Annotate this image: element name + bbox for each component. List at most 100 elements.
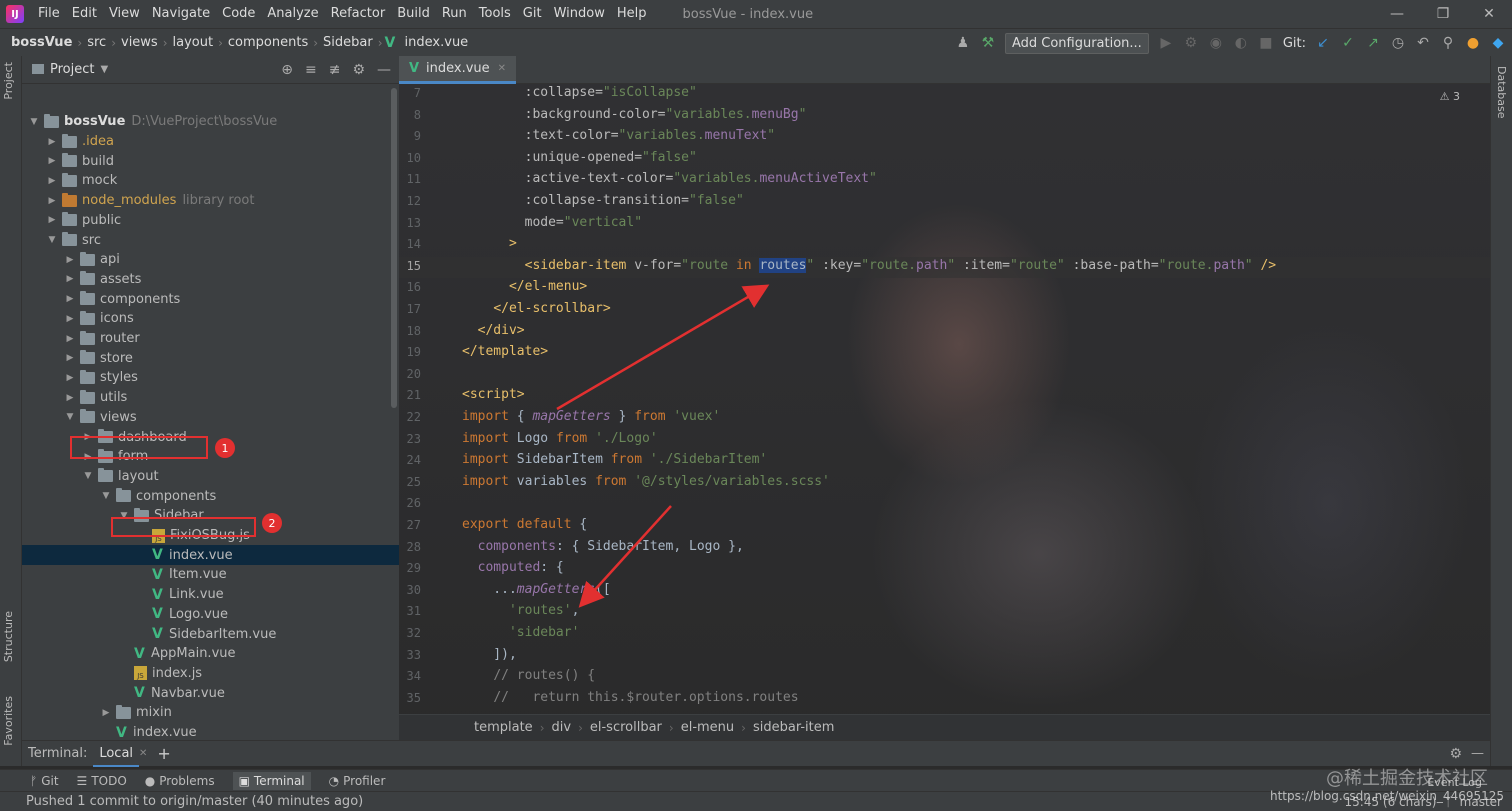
menu-edit[interactable]: Edit (66, 0, 103, 28)
tool-tab-git[interactable]: ᚠ Git (30, 774, 59, 788)
status-message[interactable]: Pushed 1 commit to origin/master (40 min… (26, 794, 363, 809)
menu-build[interactable]: Build (391, 0, 436, 28)
tree-row[interactable]: ▶ router (22, 329, 399, 349)
breadcrumb-item[interactable]: components (225, 35, 311, 50)
project-view-selector[interactable]: Project (50, 62, 94, 77)
tree-row[interactable]: ▶ node_modules library root (22, 191, 399, 211)
stop-icon[interactable]: ■ (1258, 35, 1274, 51)
tree-row[interactable]: ▶ mock (22, 171, 399, 191)
tree-row[interactable]: V Logo.vue (22, 604, 399, 624)
menu-help[interactable]: Help (611, 0, 653, 28)
update-icon[interactable]: ● (1465, 35, 1481, 51)
chevron-down-icon[interactable]: ▼ (46, 235, 58, 245)
gear-icon[interactable]: ⚙ (352, 62, 365, 78)
project-side-tab[interactable]: Project (2, 62, 15, 100)
git-commit-icon[interactable]: ✓ (1340, 35, 1356, 51)
editor-breadcrumb-item[interactable]: div (545, 720, 579, 735)
tab-index-vue[interactable]: V index.vue ✕ (399, 56, 517, 84)
debug-icon[interactable]: ⚙ (1183, 35, 1199, 51)
plugin-icon[interactable]: ◆ (1490, 35, 1506, 51)
maximize-button[interactable]: ❐ (1420, 0, 1466, 28)
tree-row[interactable]: ▶ public (22, 210, 399, 230)
history-icon[interactable]: ◷ (1390, 35, 1406, 51)
chevron-right-icon[interactable]: ▶ (64, 294, 76, 304)
menu-code[interactable]: Code (216, 0, 261, 28)
structure-side-tab[interactable]: Structure (2, 611, 15, 662)
chevron-right-icon[interactable]: ▶ (64, 334, 76, 344)
tree-scrollbar[interactable] (391, 88, 397, 408)
tree-row[interactable]: ▶ components (22, 289, 399, 309)
tree-row[interactable]: V Item.vue (22, 565, 399, 585)
add-configuration-button[interactable]: Add Configuration... (1004, 32, 1149, 54)
breadcrumb-item[interactable]: bossVue (8, 35, 75, 50)
tree-row[interactable]: ▶ store (22, 348, 399, 368)
tree-row[interactable]: ▼ bossVue D:\VueProject\bossVue (22, 112, 399, 132)
coverage-icon[interactable]: ◉ (1208, 35, 1224, 51)
chevron-down-icon[interactable]: ▼ (28, 117, 40, 127)
chevron-right-icon[interactable]: ▶ (64, 373, 76, 383)
tool-tab-terminal[interactable]: ▣ Terminal (232, 771, 311, 790)
gear-icon[interactable]: ⚙ (1449, 746, 1462, 762)
collapse-all-icon[interactable]: ≢ (329, 62, 341, 78)
close-window-button[interactable]: ✕ (1466, 0, 1512, 28)
git-update-icon[interactable]: ↙ (1315, 35, 1331, 51)
menu-run[interactable]: Run (436, 0, 473, 28)
editor-breadcrumb-item[interactable]: sidebar-item (746, 720, 841, 735)
tree-row[interactable]: ▶ api (22, 250, 399, 270)
chevron-right-icon[interactable]: ▶ (64, 274, 76, 284)
tree-row[interactable]: ▶ .idea (22, 132, 399, 152)
menu-tools[interactable]: Tools (473, 0, 517, 28)
tree-row[interactable]: ▶ build (22, 151, 399, 171)
chevron-down-icon[interactable]: ▼ (64, 412, 76, 422)
tree-row[interactable]: Vindex.vue (22, 545, 399, 566)
chevron-down-icon[interactable]: ▼ (82, 471, 94, 481)
menu-git[interactable]: Git (517, 0, 548, 28)
tree-row[interactable]: V Link.vue (22, 585, 399, 605)
hide-icon[interactable]: — (377, 62, 391, 78)
tree-row[interactable]: ▼ views (22, 407, 399, 427)
tree-row[interactable]: ▶ icons (22, 309, 399, 329)
chevron-right-icon[interactable]: ▶ (64, 255, 76, 265)
favorites-side-tab[interactable]: Favorites (2, 696, 15, 746)
tool-tab-todo[interactable]: ☰ TODO (77, 774, 127, 788)
breadcrumb-item[interactable]: src (84, 35, 109, 50)
tree-row[interactable]: ▶ utils (22, 388, 399, 408)
tree-row[interactable]: ▼ src (22, 230, 399, 250)
run-icon[interactable]: ▶ (1158, 35, 1174, 51)
tree-row[interactable]: ▼ components (22, 486, 399, 506)
tree-row[interactable]: ▶ styles (22, 368, 399, 388)
build-hammer-icon[interactable]: ⚒ (980, 35, 996, 51)
editor-breadcrumb-item[interactable]: el-menu (674, 720, 741, 735)
chevron-down-icon[interactable]: ▼ (100, 491, 112, 501)
tab-local-terminal[interactable]: Local (93, 741, 140, 767)
tool-tab-profiler[interactable]: ◔ Profiler (329, 774, 386, 788)
database-side-tab[interactable]: Database (1495, 66, 1508, 119)
breadcrumb-item[interactable]: index.vue (402, 35, 472, 50)
chevron-right-icon[interactable]: ▶ (46, 196, 58, 206)
chevron-down-icon[interactable]: ▼ (100, 64, 108, 75)
minimize-button[interactable]: — (1374, 0, 1420, 28)
menu-view[interactable]: View (103, 0, 146, 28)
breadcrumb-item[interactable]: layout (170, 35, 217, 50)
tree-row[interactable]: V AppMain.vue (22, 644, 399, 664)
locate-icon[interactable]: ⊕ (281, 62, 293, 78)
code-editor[interactable]: 7 8 9 10 11 12 13 14 15 16 17 18 19 20 21 22 23 24 25 26 27 2… (399, 84, 1490, 714)
expand-all-icon[interactable]: ≡ (305, 62, 317, 78)
tree-row[interactable]: ▶ assets (22, 270, 399, 290)
chevron-right-icon[interactable]: ▶ (46, 156, 58, 166)
profile-icon[interactable]: ◐ (1233, 35, 1249, 51)
editor-breadcrumb-item[interactable]: template (467, 720, 540, 735)
git-push-icon[interactable]: ↗ (1365, 35, 1381, 51)
search-icon[interactable]: ⚲ (1440, 35, 1456, 51)
editor-breadcrumb-item[interactable]: el-scrollbar (583, 720, 669, 735)
tree-row[interactable]: ▼ layout (22, 467, 399, 487)
tree-row[interactable]: V Navbar.vue (22, 683, 399, 703)
menu-analyze[interactable]: Analyze (261, 0, 324, 28)
chevron-right-icon[interactable]: ▶ (64, 393, 76, 403)
chevron-right-icon[interactable]: ▶ (100, 708, 112, 718)
close-icon[interactable]: ✕ (498, 63, 506, 74)
chevron-right-icon[interactable]: ▶ (46, 176, 58, 186)
chevron-right-icon[interactable]: ▶ (64, 353, 76, 363)
menu-refactor[interactable]: Refactor (325, 0, 392, 28)
menu-navigate[interactable]: Navigate (146, 0, 216, 28)
